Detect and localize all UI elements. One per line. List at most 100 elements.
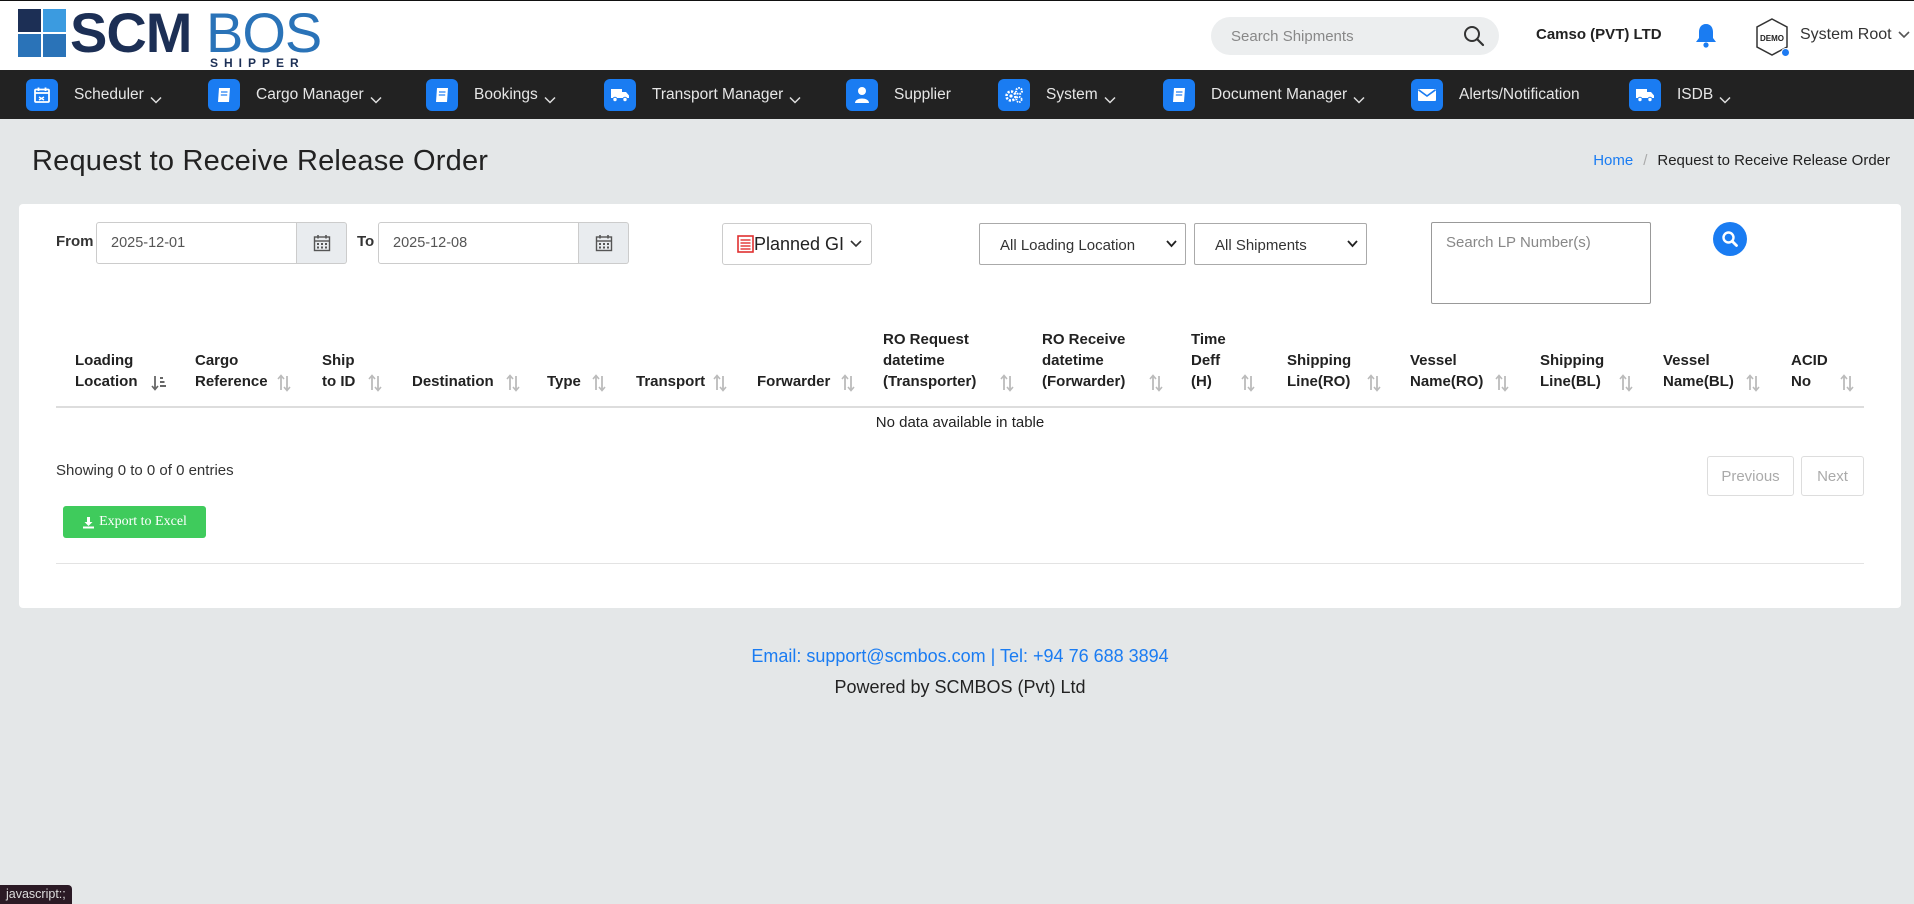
sort-icon[interactable] <box>1241 374 1255 392</box>
to-calendar-button[interactable] <box>579 222 629 264</box>
next-page-button[interactable]: Next <box>1801 456 1864 496</box>
book-icon <box>426 78 458 111</box>
shipments-select[interactable]: All Shipments <box>1194 223 1367 265</box>
loading-location-select[interactable]: All Loading Location <box>979 223 1186 265</box>
sort-icon[interactable] <box>368 374 382 392</box>
download-icon <box>83 516 95 528</box>
export-to-excel-button[interactable]: Export to Excel <box>63 506 206 538</box>
empty-table-message: No data available in table <box>875 414 1045 431</box>
column-header[interactable]: RO Request datetime (Transporter) <box>883 329 976 392</box>
online-status-dot <box>1781 48 1790 57</box>
sort-icon[interactable] <box>277 374 291 392</box>
chevron-down-icon <box>1898 31 1910 39</box>
truck-icon <box>604 78 636 111</box>
to-date-value: 2025-12-08 <box>393 235 468 251</box>
column-header[interactable]: Cargo Reference <box>195 350 268 392</box>
lp-number-search-textarea[interactable]: Search LP Number(s) <box>1431 222 1651 304</box>
nav-item-bookings[interactable]: Bookings <box>426 70 556 119</box>
nav-item-label: Supplier <box>894 85 951 103</box>
chevron-down-icon <box>370 91 382 104</box>
document-list-icon <box>737 235 754 253</box>
column-header[interactable]: Destination <box>412 371 494 392</box>
to-date-input[interactable]: 2025-12-08 <box>378 222 579 264</box>
card-divider <box>56 563 1864 564</box>
from-date-value: 2025-12-01 <box>111 235 186 251</box>
search-icon[interactable] <box>1463 25 1485 47</box>
sort-icon[interactable] <box>1000 374 1014 392</box>
logo-bos-text: BOS <box>206 1 322 64</box>
search-placeholder: Search Shipments <box>1231 28 1354 45</box>
column-header[interactable]: Vessel Name(RO) <box>1410 350 1483 392</box>
to-label: To <box>357 233 375 250</box>
nav-item-scheduler[interactable]: Scheduler <box>26 70 162 119</box>
table-header: Loading Location Cargo Reference Ship to ID De… <box>56 328 1864 408</box>
chevron-down-icon <box>1166 240 1177 248</box>
calendar-icon <box>313 235 330 252</box>
nav-item-alerts-notification[interactable]: Alerts/Notification <box>1411 70 1580 119</box>
sort-icon[interactable] <box>1495 374 1509 392</box>
logo-squares-icon <box>18 9 68 59</box>
chevron-down-icon <box>1719 91 1731 104</box>
envelope-icon <box>1411 78 1443 111</box>
from-calendar-button[interactable] <box>297 222 347 264</box>
from-date-input[interactable]: 2025-12-01 <box>96 222 297 264</box>
chevron-down-icon <box>1353 91 1365 104</box>
sort-icon[interactable] <box>1840 374 1854 392</box>
nav-item-supplier[interactable]: Supplier <box>846 70 951 119</box>
sort-icon[interactable] <box>506 374 520 392</box>
column-header[interactable]: ACID No <box>1791 350 1828 392</box>
export-label: Export to Excel <box>99 514 187 529</box>
calendar-icon <box>26 78 58 111</box>
column-header[interactable]: Type <box>547 371 581 392</box>
sort-icon[interactable] <box>1619 374 1633 392</box>
logo-scm-text: SCM <box>70 1 192 64</box>
avatar-text: DEMO <box>1760 34 1784 43</box>
from-label: From <box>56 233 94 250</box>
footer-contact[interactable]: Email: support@scmbos.com | Tel: +94 76 … <box>0 646 1914 667</box>
nav-item-label: Transport Manager <box>652 85 784 103</box>
breadcrumb-home-link[interactable]: Home <box>1593 152 1633 169</box>
column-header[interactable]: Vessel Name(BL) <box>1663 350 1734 392</box>
chevron-down-icon <box>789 91 801 104</box>
planned-gi-dropdown[interactable]: Planned GI <box>722 223 872 265</box>
nav-item-label: System <box>1046 85 1098 103</box>
sort-icon[interactable] <box>1367 374 1381 392</box>
avatar[interactable]: DEMO <box>1754 17 1790 57</box>
column-header[interactable]: Ship to ID <box>322 350 355 392</box>
company-name[interactable]: Camso (PVT) LTD <box>1536 26 1662 43</box>
previous-page-button[interactable]: Previous <box>1707 456 1794 496</box>
search-submit-button[interactable] <box>1713 222 1747 256</box>
sort-icon[interactable] <box>841 374 855 392</box>
bell-icon[interactable] <box>1694 22 1718 48</box>
user-menu[interactable]: System Root <box>1800 26 1910 44</box>
status-bar-url: javascript:; <box>0 885 72 904</box>
sort-ascending-icon[interactable] <box>151 374 166 392</box>
column-header[interactable]: Transport <box>636 371 705 392</box>
nav-item-isdb[interactable]: ISDB <box>1629 70 1731 119</box>
nav-item-document-manager[interactable]: Document Manager <box>1163 70 1365 119</box>
shipment-search-input[interactable]: Search Shipments <box>1211 17 1499 55</box>
table-info: Showing 0 to 0 of 0 entries <box>56 462 234 479</box>
nav-item-cargo-manager[interactable]: Cargo Manager <box>208 70 382 119</box>
sort-icon[interactable] <box>713 374 727 392</box>
sort-icon[interactable] <box>1746 374 1760 392</box>
column-header[interactable]: RO Receive datetime (Forwarder) <box>1042 329 1125 392</box>
column-header[interactable]: Shipping Line(BL) <box>1540 350 1604 392</box>
column-header[interactable]: Time Deff (H) <box>1191 329 1226 392</box>
nav-item-system[interactable]: System <box>998 70 1116 119</box>
footer-powered-by: Powered by SCMBOS (Pvt) Ltd <box>834 677 1086 697</box>
sort-icon[interactable] <box>1149 374 1163 392</box>
scm-bos-logo[interactable]: SCM BOS SHIPPER <box>18 3 328 70</box>
lp-search-placeholder: Search LP Number(s) <box>1446 234 1591 251</box>
column-header[interactable]: Shipping Line(RO) <box>1287 350 1351 392</box>
user-icon <box>846 78 878 111</box>
truck-icon <box>1629 78 1661 111</box>
breadcrumb: Home / Request to Receive Release Order <box>1593 152 1890 169</box>
chevron-down-icon <box>850 240 862 248</box>
column-header[interactable]: Forwarder <box>757 371 830 392</box>
sort-icon[interactable] <box>592 374 606 392</box>
calendar-icon <box>595 235 612 252</box>
nav-item-transport-manager[interactable]: Transport Manager <box>604 70 801 119</box>
column-header[interactable]: Loading Location <box>75 350 138 392</box>
nav-item-label: ISDB <box>1677 85 1714 103</box>
